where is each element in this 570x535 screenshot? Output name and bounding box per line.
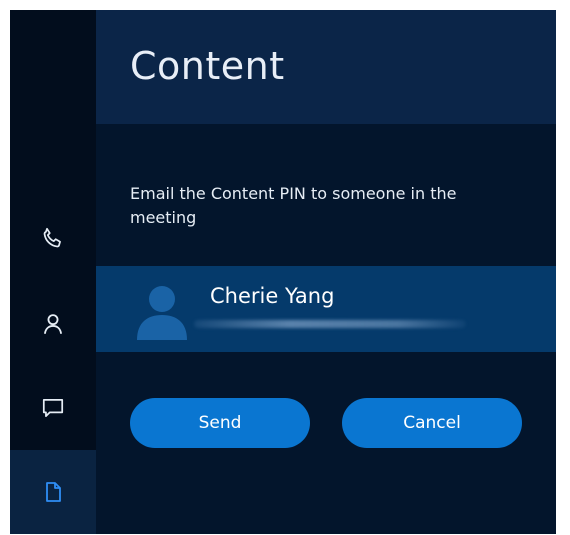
phone-icon xyxy=(40,225,66,251)
contact-detail-blurred xyxy=(194,320,466,328)
nav-calls-button[interactable] xyxy=(10,206,96,270)
panel-header: Content xyxy=(96,10,556,124)
contact-name: Cherie Yang xyxy=(210,284,335,308)
nav-content-icon-wrap xyxy=(10,460,96,524)
page-title: Content xyxy=(130,44,285,88)
contact-list-item[interactable]: Cherie Yang xyxy=(96,266,556,352)
content-panel: Content Email the Content PIN to someone… xyxy=(10,10,556,534)
nav-rail xyxy=(10,10,96,450)
chat-icon xyxy=(40,395,66,421)
person-icon xyxy=(40,311,66,337)
send-button[interactable]: Send xyxy=(130,398,310,448)
nav-content-button[interactable] xyxy=(10,450,96,534)
cancel-button[interactable]: Cancel xyxy=(342,398,522,448)
instruction-text: Email the Content PIN to someone in the … xyxy=(130,184,457,227)
document-icon xyxy=(41,479,65,505)
nav-contacts-button[interactable] xyxy=(10,292,96,356)
person-avatar-icon xyxy=(134,282,190,340)
nav-chat-button[interactable] xyxy=(10,376,96,440)
panel-body: Email the Content PIN to someone in the … xyxy=(96,124,556,534)
